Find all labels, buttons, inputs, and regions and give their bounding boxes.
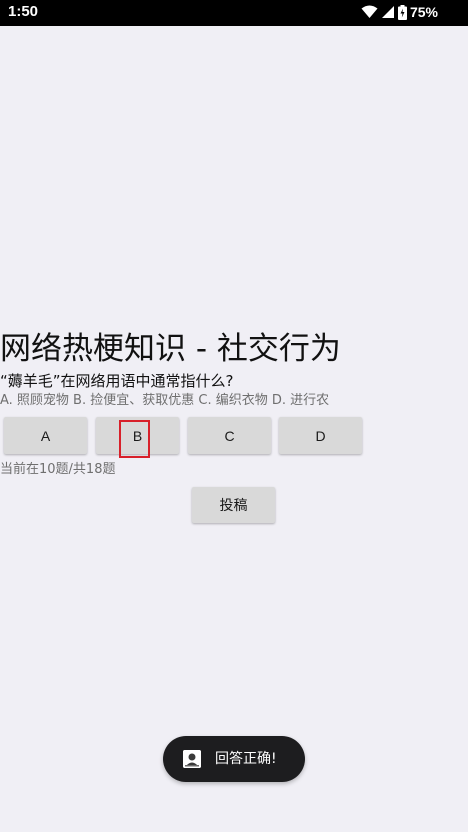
progress-text: 当前在10题/共18题 <box>0 462 116 477</box>
answer-b-button[interactable]: B <box>96 417 179 454</box>
toast: 回答正确! <box>163 736 305 782</box>
answer-a-button[interactable]: A <box>4 417 87 454</box>
question-text: “薅羊毛”在网络用语中通常指什么? <box>0 372 234 390</box>
battery-percent: 75% <box>409 4 438 20</box>
status-bar: 1:50 75% <box>0 0 468 26</box>
answer-c-button[interactable]: C <box>188 417 271 454</box>
answer-d-button[interactable]: D <box>279 417 362 454</box>
battery-charging-icon <box>397 4 407 20</box>
app-icon <box>183 750 201 768</box>
submit-button[interactable]: 投稿 <box>192 487 275 523</box>
wifi-icon <box>361 5 378 19</box>
status-time: 1:50 <box>8 3 39 20</box>
quiz-title: 网络热梗知识 - 社交行为 <box>0 331 341 367</box>
toast-message: 回答正确! <box>215 751 277 767</box>
options-text: A. 照顾宠物 B. 捡便宜、获取优惠 C. 编织衣物 D. 进行农 <box>0 393 330 408</box>
signal-icon <box>381 5 395 19</box>
status-icons: 75% <box>361 4 438 20</box>
